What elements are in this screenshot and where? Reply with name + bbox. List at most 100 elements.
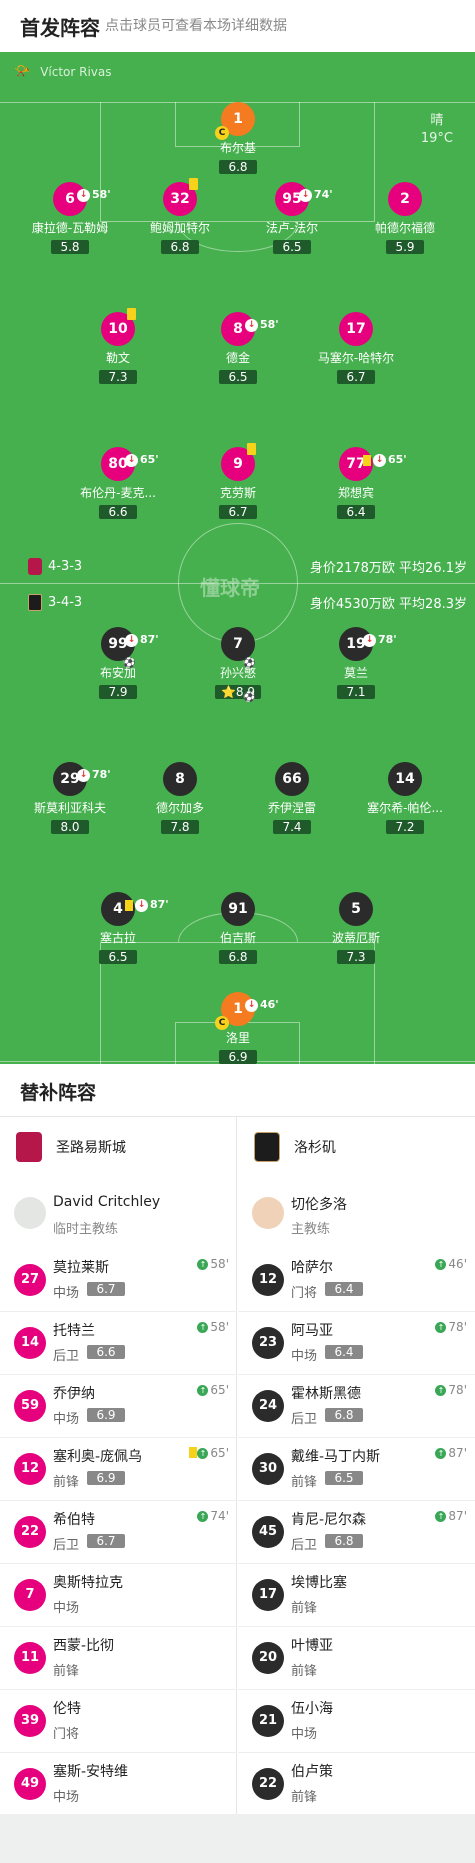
sub-off-icon: ↓ — [373, 453, 386, 467]
subs-header: 替补阵容 — [0, 1064, 475, 1116]
sub-player-row[interactable]: 22 希伯特 后卫 6.7 ↑ 74' — [0, 1501, 237, 1564]
player-number-badge: 7 ⚽⚽ — [221, 627, 255, 703]
sub-on-icon: ↑ — [197, 1258, 209, 1270]
sub-player-name: 托特兰 — [53, 1323, 95, 1339]
sub-off-icon: ↓ — [135, 898, 148, 912]
player-name: 波蒂厄斯 — [331, 931, 380, 945]
home-team-row[interactable]: 圣路易斯城 — [0, 1117, 237, 1177]
sub-player-row[interactable]: 20 叶博亚 前锋 — [238, 1627, 475, 1690]
referee: 📯 Víctor Rivas — [14, 64, 112, 79]
sub-player-row[interactable]: 23 阿马亚 中场 6.4 ↑ 78' — [238, 1312, 475, 1375]
player-away-5[interactable]: 5 波蒂厄斯 7.3 — [291, 892, 421, 965]
player-number-badge: 17 — [339, 312, 373, 346]
player-name: 孙兴慜 — [219, 666, 256, 680]
sub-time: 87' — [150, 898, 169, 911]
player-home-95[interactable]: 95 ↓ 74' 法卢-法尔 6.5 — [227, 182, 357, 255]
player-home-8[interactable]: 8 ↓ 58' 德金 6.5 — [173, 312, 303, 385]
player-number-badge: 9 — [221, 443, 256, 481]
sub-on-indicator: ↑ 87' — [435, 1509, 467, 1523]
sub-number-badge: 12 — [252, 1264, 284, 1296]
sub-on-time: 46' — [448, 1257, 467, 1271]
sub-on-indicator: ↑ 58' — [197, 1320, 229, 1334]
player-number: 1 — [233, 1001, 243, 1017]
player-number: 7 — [233, 636, 243, 652]
player-away-19[interactable]: 19 ↓ 78' 莫兰 7.1 — [291, 627, 421, 700]
sub-player-row[interactable]: 39 伦特 门将 — [0, 1690, 237, 1753]
sub-player-row[interactable]: 59 乔伊纳 中场 6.9 ↑ 65' — [0, 1375, 237, 1438]
sub-on-icon: ↑ — [435, 1447, 447, 1459]
rating-value: 7.3 — [108, 370, 128, 384]
player-home-2[interactable]: 2 帕德尔福德 5.9 — [340, 182, 470, 255]
sub-on-time: 58' — [210, 1257, 229, 1271]
subs-title: 替补阵容 — [20, 1082, 97, 1104]
sub-player-row[interactable]: 17 埃博比塞 前锋 — [238, 1564, 475, 1627]
sub-off-indicator: ↓ 58' — [77, 178, 111, 212]
player-home-1[interactable]: 1 C 布尔基 6.8 — [173, 102, 303, 175]
sub-player-row[interactable]: 11 西蒙-比彻 前锋 — [0, 1627, 237, 1690]
player-home-32[interactable]: 32 鲍姆加特尔 6.8 — [115, 178, 245, 255]
rating-value: 6.7 — [346, 370, 366, 384]
rating-value: 7.8 — [170, 820, 190, 834]
sub-on-icon: ↑ — [435, 1321, 447, 1333]
sub-time: 78' — [378, 633, 397, 646]
sub-player-row[interactable]: 12 哈萨尔 门将 6.4 ↑ 46' — [238, 1249, 475, 1312]
player-away-99[interactable]: 99 ↓ 87' ⚽ 布安加 7.9 — [53, 627, 183, 700]
player-name: 布尔基 — [219, 141, 256, 155]
coach-avatar — [252, 1197, 284, 1229]
captain-badge: C — [215, 126, 229, 140]
subs-panel: 圣路易斯城 David Critchley 临时主教练 27 莫拉莱斯 中场 6.7 ↑… — [0, 1116, 475, 1816]
player-home-80[interactable]: 80 ↓ 65' 布伦丹-麦克... 6.6 — [53, 447, 183, 520]
sub-player-name: 埃博比塞 — [291, 1575, 347, 1591]
star-icon: ⭐ — [220, 685, 236, 699]
sub-player-position: 中场 — [53, 1790, 80, 1805]
sub-player-row[interactable]: 22 伯卢策 前锋 — [238, 1753, 475, 1816]
sub-player-row[interactable]: 14 托特兰 后卫 6.6 ↑ 58' — [0, 1312, 237, 1375]
player-rating: 6.5 — [273, 240, 311, 254]
player-home-17[interactable]: 17 马塞尔-哈特尔 6.7 — [291, 312, 421, 385]
player-away-4[interactable]: 4 ↓ 87' 塞古拉 6.5 — [53, 892, 183, 965]
sub-player-row[interactable]: 24 霍林斯黑德 后卫 6.8 ↑ 78' — [238, 1375, 475, 1438]
referee-name: Víctor Rivas — [40, 64, 112, 79]
player-rating: 6.9 — [219, 1050, 257, 1064]
sub-player-name: 戴维-马丁内斯 — [291, 1449, 381, 1465]
player-away-7[interactable]: 7 ⚽⚽ 孙兴慜 ⭐8.9 — [173, 627, 303, 703]
goal-ball-icon: ⚽⚽ — [243, 658, 256, 703]
player-home-10[interactable]: 10 勒文 7.3 — [53, 308, 183, 385]
player-number: 91 — [228, 901, 248, 917]
sub-off-indicator: ↓ 46' — [245, 988, 279, 1022]
player-number: 8 — [233, 321, 243, 337]
player-number: 9 — [233, 456, 243, 472]
player-home-77[interactable]: 77 ↓ 65' 郑想宾 6.4 — [291, 447, 421, 520]
sub-player-row[interactable]: 30 戴维-马丁内斯 前锋 6.5 ↑ 87' — [238, 1438, 475, 1501]
player-away-91[interactable]: 91 伯吉斯 6.8 — [173, 892, 303, 965]
player-number: 8 — [175, 771, 185, 787]
sub-player-row[interactable]: 21 伍小海 中场 — [238, 1690, 475, 1753]
rating-value: 5.8 — [60, 240, 80, 254]
away-team-row[interactable]: 洛杉矶 — [238, 1117, 475, 1177]
player-away-1[interactable]: 1 C ↓ 46' 洛里 6.9 — [173, 992, 303, 1064]
away-coach-name: 切伦多洛 — [291, 1197, 347, 1213]
player-away-14[interactable]: 14 塞尔希-帕伦... 7.2 — [340, 762, 470, 835]
sub-on-icon: ↑ — [435, 1510, 447, 1522]
sub-player-row[interactable]: 7 奥斯特拉克 中场 — [0, 1564, 237, 1627]
sub-off-indicator: ↓ 78' — [77, 758, 111, 792]
player-away-8[interactable]: 8 德尔加多 7.8 — [115, 762, 245, 835]
sub-player-position: 中场 — [53, 1601, 80, 1616]
player-name: 布安加 — [99, 666, 136, 680]
away-coach-row[interactable]: 切伦多洛 主教练 — [238, 1177, 475, 1249]
sub-player-row[interactable]: 27 莫拉莱斯 中场 6.7 ↑ 58' — [0, 1249, 237, 1312]
player-number: 17 — [346, 321, 366, 337]
sub-player-row[interactable]: 12 塞利奥-庞佩乌 前锋 6.9 ↑ 65' — [0, 1438, 237, 1501]
player-name: 法卢-法尔 — [265, 221, 319, 235]
rating-value: 7.4 — [282, 820, 302, 834]
sub-player-position: 前锋 — [291, 1475, 318, 1490]
sub-off-icon: ↓ — [245, 998, 258, 1012]
sub-player-row[interactable]: 49 塞斯-安特维 中场 — [0, 1753, 237, 1816]
home-value: 身价2178万欧 平均26.1岁 — [309, 560, 467, 576]
sub-player-row[interactable]: 45 肯尼-尼尔森 后卫 6.8 ↑ 87' — [238, 1501, 475, 1564]
sub-off-indicator: ↓ 74' — [299, 178, 333, 212]
home-coach-row[interactable]: David Critchley 临时主教练 — [0, 1177, 237, 1249]
player-away-66[interactable]: 66 乔伊涅雷 7.4 — [227, 762, 357, 835]
player-number-badge: 5 — [339, 892, 373, 926]
player-home-9[interactable]: 9 克劳斯 6.7 — [173, 443, 303, 520]
